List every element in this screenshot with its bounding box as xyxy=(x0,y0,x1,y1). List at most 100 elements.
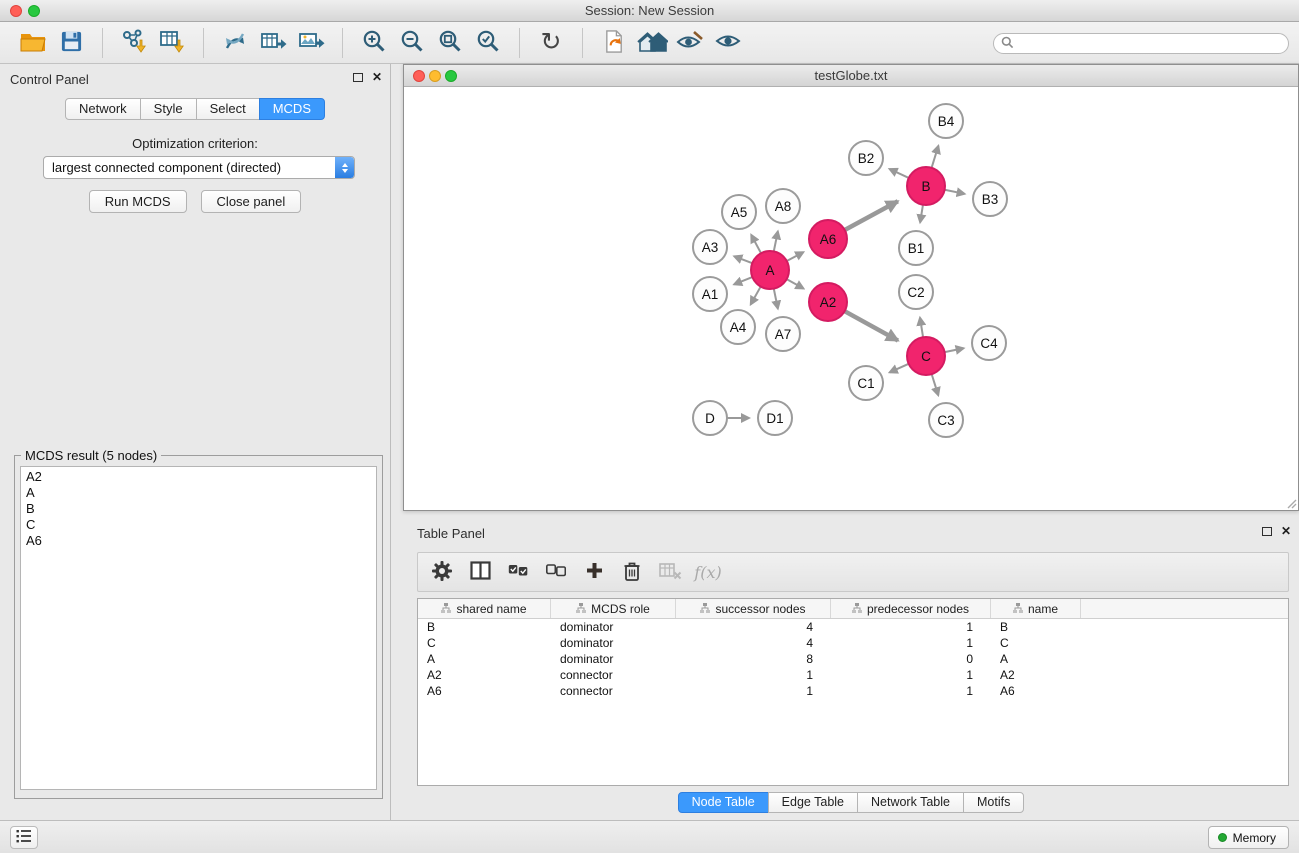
mcds-result-item[interactable]: B xyxy=(26,501,376,517)
edge-A2-C[interactable] xyxy=(845,311,898,340)
tab-network-table[interactable]: Network Table xyxy=(857,792,964,813)
float-table-panel-icon[interactable] xyxy=(1262,527,1272,536)
node-table[interactable]: shared nameMCDS rolesuccessor nodesprede… xyxy=(417,598,1289,786)
column-header[interactable]: shared name xyxy=(418,599,551,618)
node-A5[interactable]: A5 xyxy=(722,195,756,229)
node-B1[interactable]: B1 xyxy=(899,231,933,265)
task-history-button[interactable] xyxy=(10,826,38,849)
edge-A-A4[interactable] xyxy=(751,287,761,305)
column-header[interactable]: name xyxy=(991,599,1081,618)
mcds-result-item[interactable]: A xyxy=(26,485,376,501)
function-builder-button[interactable]: f(x) xyxy=(692,556,724,588)
column-header[interactable]: successor nodes xyxy=(676,599,831,618)
open-session-button[interactable] xyxy=(14,25,52,61)
edge-A-A3[interactable] xyxy=(734,256,752,263)
node-A7[interactable]: A7 xyxy=(766,317,800,351)
edge-A6-B[interactable] xyxy=(845,201,898,230)
edge-B-B3[interactable] xyxy=(945,190,965,194)
apply-layout-button[interactable]: ↻ xyxy=(532,25,570,61)
zoom-in-button[interactable] xyxy=(355,25,393,61)
node-A2[interactable]: A2 xyxy=(809,283,847,321)
close-panel-icon[interactable]: ✕ xyxy=(372,72,382,82)
tab-edge-table[interactable]: Edge Table xyxy=(768,792,858,813)
export-table-button[interactable] xyxy=(254,25,292,61)
import-table-button[interactable] xyxy=(153,25,191,61)
edge-A-A5[interactable] xyxy=(751,235,761,253)
edge-A-A8[interactable] xyxy=(774,231,778,251)
zoom-fit-button[interactable] xyxy=(431,25,469,61)
tab-style[interactable]: Style xyxy=(140,98,197,120)
node-B3[interactable]: B3 xyxy=(973,182,1007,216)
column-header[interactable]: predecessor nodes xyxy=(831,599,991,618)
node-A8[interactable]: A8 xyxy=(766,189,800,223)
edge-C-C1[interactable] xyxy=(890,364,909,373)
column-header[interactable]: MCDS role xyxy=(551,599,676,618)
edge-C-C2[interactable] xyxy=(920,318,923,338)
unselect-all-button[interactable] xyxy=(540,556,572,588)
node-C4[interactable]: C4 xyxy=(972,326,1006,360)
search-input[interactable] xyxy=(1018,35,1288,52)
table-row[interactable]: A2connector11A2 xyxy=(418,667,1288,683)
show-details-button[interactable] xyxy=(709,25,747,61)
delete-table-button[interactable] xyxy=(654,556,686,588)
node-D1[interactable]: D1 xyxy=(758,401,792,435)
edge-C-C3[interactable] xyxy=(932,374,939,395)
show-columns-button[interactable] xyxy=(464,556,496,588)
table-row[interactable]: Cdominator41C xyxy=(418,635,1288,651)
node-A4[interactable]: A4 xyxy=(721,310,755,344)
table-row[interactable]: Bdominator41B xyxy=(418,619,1288,635)
tab-select[interactable]: Select xyxy=(196,98,260,120)
node-A3[interactable]: A3 xyxy=(693,230,727,264)
tab-mcds[interactable]: MCDS xyxy=(259,98,325,120)
close-table-panel-icon[interactable]: ✕ xyxy=(1281,526,1291,536)
edge-B-B4[interactable] xyxy=(932,146,939,168)
float-panel-icon[interactable] xyxy=(353,73,363,82)
network-canvas[interactable]: A A6 A2 B C A1 A3 A4 A5 A7 A8 B1 B2 B3 B4 C1 C2 C3 C4 D D1 xyxy=(404,87,1298,510)
node-C[interactable]: C xyxy=(907,337,945,375)
delete-row-button[interactable] xyxy=(616,556,648,588)
select-all-button[interactable] xyxy=(502,556,534,588)
resize-grip[interactable] xyxy=(1285,497,1297,509)
table-row[interactable]: Adominator80A xyxy=(418,651,1288,667)
node-A[interactable]: A xyxy=(751,251,789,289)
save-session-button[interactable] xyxy=(52,25,90,61)
mcds-result-item[interactable]: A6 xyxy=(26,533,376,549)
node-A1[interactable]: A1 xyxy=(693,277,727,311)
zoom-out-button[interactable] xyxy=(393,25,431,61)
close-panel-button[interactable]: Close panel xyxy=(201,190,302,213)
tab-node-table[interactable]: Node Table xyxy=(678,792,769,813)
zoom-selected-button[interactable] xyxy=(469,25,507,61)
add-row-button[interactable] xyxy=(578,556,610,588)
edge-B-B1[interactable] xyxy=(920,205,923,223)
hide-details-button[interactable] xyxy=(671,25,709,61)
edge-A-A1[interactable] xyxy=(734,277,752,284)
export-image-button[interactable] xyxy=(292,25,330,61)
search-field[interactable] xyxy=(993,33,1289,54)
session-page-button[interactable] xyxy=(595,25,633,61)
edge-B-B2[interactable] xyxy=(890,169,909,178)
tab-network[interactable]: Network xyxy=(65,98,141,120)
node-C3[interactable]: C3 xyxy=(929,403,963,437)
edge-C-C4[interactable] xyxy=(945,348,964,352)
node-B[interactable]: B xyxy=(907,167,945,205)
mcds-result-item[interactable]: A2 xyxy=(26,469,376,485)
mcds-result-list[interactable]: A2ABCA6 xyxy=(20,466,377,790)
memory-button[interactable]: Memory xyxy=(1208,826,1289,849)
criterion-dropdown[interactable]: largest connected component (directed) xyxy=(43,156,355,179)
tab-motifs[interactable]: Motifs xyxy=(963,792,1024,813)
node-B2[interactable]: B2 xyxy=(849,141,883,175)
run-mcds-button[interactable]: Run MCDS xyxy=(89,190,187,213)
ndex-home-button[interactable] xyxy=(633,25,671,61)
edge-A-A7[interactable] xyxy=(774,289,778,309)
node-A6[interactable]: A6 xyxy=(809,220,847,258)
node-B4[interactable]: B4 xyxy=(929,104,963,138)
edge-A-A2[interactable] xyxy=(787,279,804,288)
node-C1[interactable]: C1 xyxy=(849,366,883,400)
export-network-button[interactable] xyxy=(216,25,254,61)
import-network-button[interactable] xyxy=(115,25,153,61)
mcds-result-item[interactable]: C xyxy=(26,517,376,533)
node-C2[interactable]: C2 xyxy=(899,275,933,309)
node-D[interactable]: D xyxy=(693,401,727,435)
edge-A-A6[interactable] xyxy=(787,252,804,261)
network-window-titlebar[interactable]: testGlobe.txt xyxy=(404,65,1298,87)
